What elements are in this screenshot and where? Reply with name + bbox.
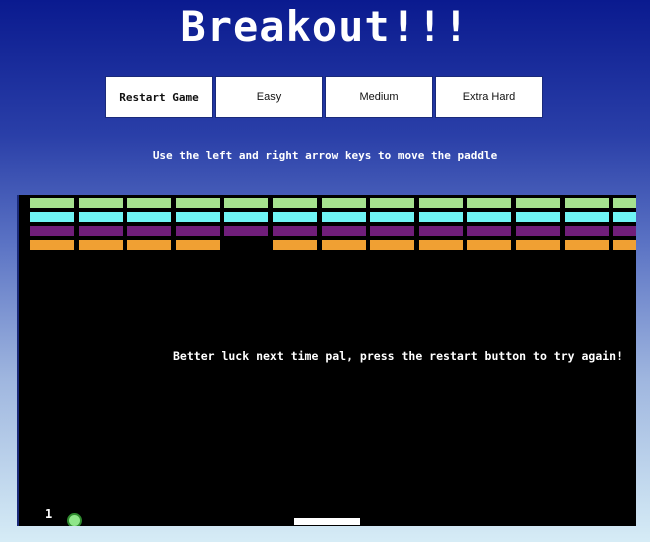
difficulty-button-row: Restart Game Easy Medium Extra Hard [105,76,545,118]
brick [127,226,172,236]
brick [273,240,317,250]
brick [370,198,415,208]
lives-counter: 1 [45,507,53,521]
brick [30,212,74,222]
brick [321,226,366,236]
game-title: Breakout!!! [180,2,470,51]
brick [613,212,636,222]
brick [127,212,172,222]
brick [613,226,636,236]
brick [564,226,609,236]
brick [370,240,415,250]
brick [30,198,74,208]
brick [224,212,269,222]
brick [78,226,123,236]
brick [418,212,463,222]
brick [30,226,74,236]
brick [516,212,560,222]
brick [175,198,220,208]
brick [321,198,366,208]
brick [370,212,415,222]
restart-game-button[interactable]: Restart Game [105,76,213,118]
brick [78,212,123,222]
brick [127,198,172,208]
brick [78,240,123,250]
brick [175,226,220,236]
brick [127,240,172,250]
brick [516,198,560,208]
brick [613,198,636,208]
brick [321,212,366,222]
brick [273,226,317,236]
brick [273,212,317,222]
brick [516,240,560,250]
medium-button[interactable]: Medium [325,76,433,118]
brick [175,240,220,250]
brick [175,212,220,222]
brick [418,226,463,236]
game-canvas[interactable]: Better luck next time pal, press the res… [17,195,636,526]
brick [467,240,512,250]
brick [224,226,269,236]
brick [273,198,317,208]
brick [564,212,609,222]
brick [30,240,74,250]
ball [67,513,82,526]
brick [467,226,512,236]
brick [467,198,512,208]
brick [516,226,560,236]
extra-hard-button[interactable]: Extra Hard [435,76,543,118]
instructions-text: Use the left and right arrow keys to mov… [152,149,498,162]
brick [418,240,463,250]
brick [564,240,609,250]
game-over-message: Better luck next time pal, press the res… [173,349,624,363]
brick [224,198,269,208]
brick [321,240,366,250]
brick [564,198,609,208]
brick [467,212,512,222]
easy-button[interactable]: Easy [215,76,323,118]
brick [370,226,415,236]
brick [613,240,636,250]
brick [78,198,123,208]
brick [418,198,463,208]
paddle[interactable] [294,518,360,525]
